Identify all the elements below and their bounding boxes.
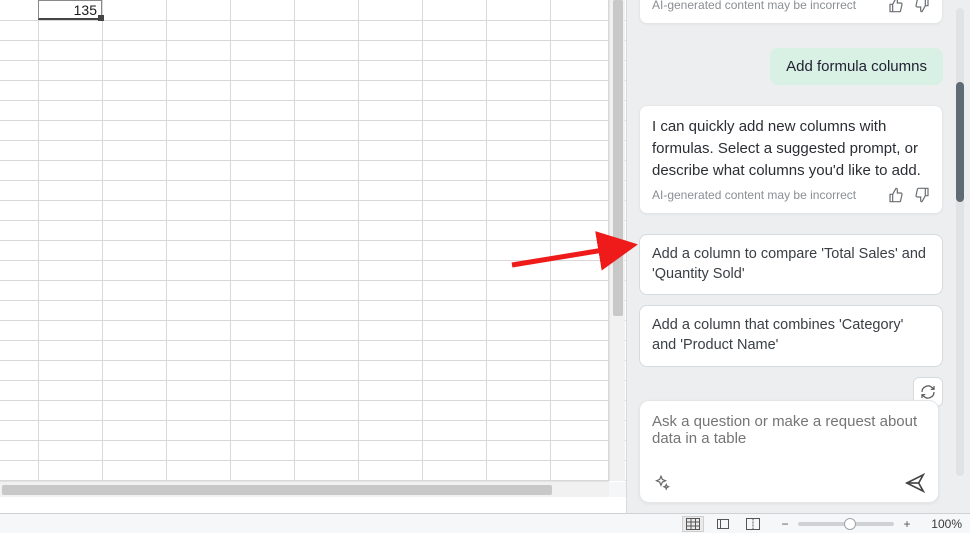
- thumb-down-icon[interactable]: [914, 0, 930, 13]
- user-message-bubble: Add formula columns: [770, 48, 943, 85]
- zoom-control: − + 100%: [778, 517, 962, 531]
- refresh-icon: [920, 384, 936, 400]
- suggestion-item-compare[interactable]: Add a column to compare 'Total Sales' an…: [639, 234, 943, 295]
- sheet-bottom-gap: [0, 497, 626, 513]
- spreadsheet-grid[interactable]: 135: [0, 0, 626, 482]
- copilot-pane: AI-generated content may be incorrect Ad…: [626, 0, 970, 513]
- zoom-level-label[interactable]: 100%: [920, 517, 962, 531]
- ai-message-card: I can quickly add new columns with formu…: [639, 105, 943, 214]
- ai-disclaimer-text: AI-generated content may be incorrect: [652, 188, 856, 202]
- zoom-in-button[interactable]: +: [900, 517, 914, 531]
- selected-cell-value: 135: [74, 2, 97, 18]
- user-message-text: Add formula columns: [786, 58, 927, 75]
- suggestion-text: Add a column that combines 'Category' an…: [652, 317, 903, 353]
- send-button[interactable]: [904, 472, 926, 494]
- copilot-scroll-thumb[interactable]: [956, 82, 964, 202]
- status-bar: − + 100%: [0, 513, 970, 533]
- grid-lines: [0, 0, 626, 482]
- ai-disclaimer-text: AI-generated content may be incorrect: [652, 0, 856, 12]
- zoom-slider[interactable]: [798, 522, 894, 526]
- copilot-scrollbar[interactable]: [952, 2, 968, 482]
- user-message-row: Add formula columns: [639, 48, 943, 85]
- copilot-input-card: [639, 400, 939, 503]
- view-normal-icon: [686, 518, 700, 530]
- thumb-down-icon[interactable]: [914, 187, 930, 203]
- suggestion-text: Add a column to compare 'Total Sales' an…: [652, 246, 926, 282]
- sheet-vertical-scrollbar[interactable]: [609, 0, 625, 481]
- thumb-up-icon[interactable]: [888, 187, 904, 203]
- ai-message-text: I can quickly add new columns with formu…: [652, 116, 930, 181]
- suggestion-item-combine[interactable]: Add a column that combines 'Category' an…: [639, 305, 943, 366]
- sparkle-icon[interactable]: [652, 474, 670, 492]
- thumb-up-icon[interactable]: [888, 0, 904, 13]
- ai-message-card-previous: AI-generated content may be incorrect: [639, 0, 943, 24]
- view-page-layout-icon: [716, 518, 730, 530]
- fill-handle[interactable]: [98, 15, 104, 21]
- view-page-break-button[interactable]: [742, 516, 764, 532]
- zoom-out-button[interactable]: −: [778, 517, 792, 531]
- sheet-vertical-scroll-thumb[interactable]: [613, 0, 623, 316]
- copilot-input[interactable]: [652, 413, 926, 455]
- view-page-layout-button[interactable]: [712, 516, 734, 532]
- selected-cell[interactable]: 135: [38, 0, 102, 20]
- suggestion-list: Add a column to compare 'Total Sales' an…: [639, 234, 943, 406]
- view-page-break-icon: [746, 518, 760, 530]
- app-root: 135 AI-generated content may be incorrec…: [0, 0, 970, 533]
- sheet-horizontal-scroll-thumb[interactable]: [2, 485, 552, 495]
- sheet-horizontal-scrollbar[interactable]: [0, 481, 609, 497]
- zoom-slider-knob[interactable]: [844, 518, 856, 530]
- view-normal-button[interactable]: [682, 516, 704, 532]
